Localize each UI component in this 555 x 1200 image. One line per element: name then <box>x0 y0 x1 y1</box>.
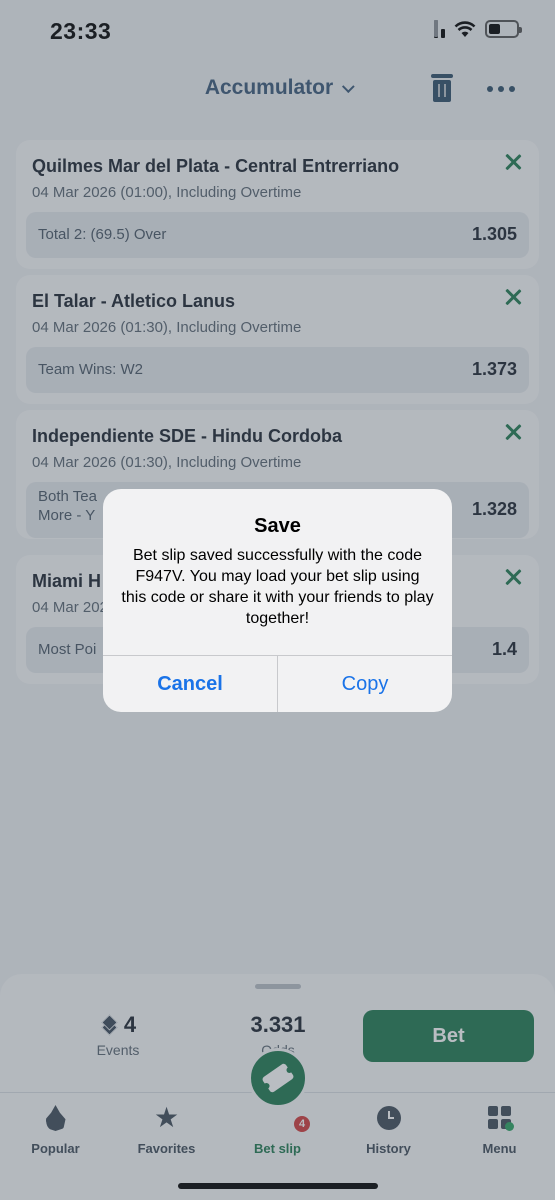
dialog-message: Bet slip saved successfully with the cod… <box>121 547 434 627</box>
cancel-button[interactable]: Cancel <box>103 656 277 712</box>
save-dialog: Save Bet slip saved successfully with th… <box>103 489 452 712</box>
copy-button[interactable]: Copy <box>278 656 452 712</box>
dialog-title: Save <box>254 515 301 537</box>
